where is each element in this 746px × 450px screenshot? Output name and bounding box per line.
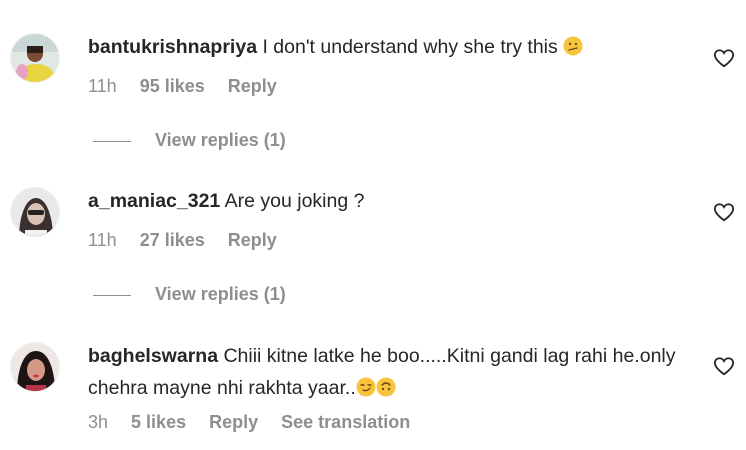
comment-text: a_maniac_321 Are you joking ? — [88, 185, 708, 217]
comment-meta: 11h 95 likes Reply — [88, 76, 295, 97]
comment-likes[interactable]: 27 likes — [140, 230, 205, 250]
comment-text: bantukrishnapriya I don't understand why… — [88, 31, 708, 63]
comment-username[interactable]: baghelswarna — [88, 345, 218, 367]
view-replies-line — [93, 294, 131, 296]
avatar[interactable] — [10, 33, 60, 83]
view-replies-label: View replies (1) — [155, 130, 286, 150]
comment-meta: 3h 5 likes Reply See translation — [88, 412, 428, 433]
comment-time[interactable]: 11h — [88, 76, 117, 96]
reply-button[interactable]: Reply — [228, 230, 277, 250]
reply-button[interactable]: Reply — [228, 76, 277, 96]
see-translation-button[interactable]: See translation — [281, 412, 410, 432]
avatar[interactable] — [10, 342, 60, 392]
view-replies-button[interactable]: View replies (1) — [93, 130, 286, 151]
heart-outline-icon[interactable] — [713, 48, 735, 68]
view-replies-button[interactable]: View replies (1) — [93, 284, 286, 305]
comment-likes[interactable]: 5 likes — [131, 412, 186, 432]
comment-text: baghelswarna Chiii kitne latke he boo...… — [88, 340, 708, 404]
comment-body: Are you joking ? — [224, 190, 365, 212]
comment-username[interactable]: bantukrishnapriya — [88, 36, 257, 58]
comment-likes[interactable]: 95 likes — [140, 76, 205, 96]
avatar[interactable] — [10, 187, 60, 237]
comment-time[interactable]: 11h — [88, 230, 117, 250]
comment-time[interactable]: 3h — [88, 412, 108, 432]
upside-down-face-emoji — [376, 377, 396, 397]
heart-outline-icon[interactable] — [713, 356, 735, 376]
view-replies-line — [93, 140, 131, 142]
view-replies-label: View replies (1) — [155, 284, 286, 304]
comment-meta: 11h 27 likes Reply — [88, 230, 295, 251]
heart-outline-icon[interactable] — [713, 202, 735, 222]
comment-body: I don't understand why she try this — [262, 36, 558, 58]
reply-button[interactable]: Reply — [209, 412, 258, 432]
confused-face-emoji — [563, 36, 583, 56]
smirking-face-emoji — [356, 377, 376, 397]
comment-username[interactable]: a_maniac_321 — [88, 190, 220, 212]
